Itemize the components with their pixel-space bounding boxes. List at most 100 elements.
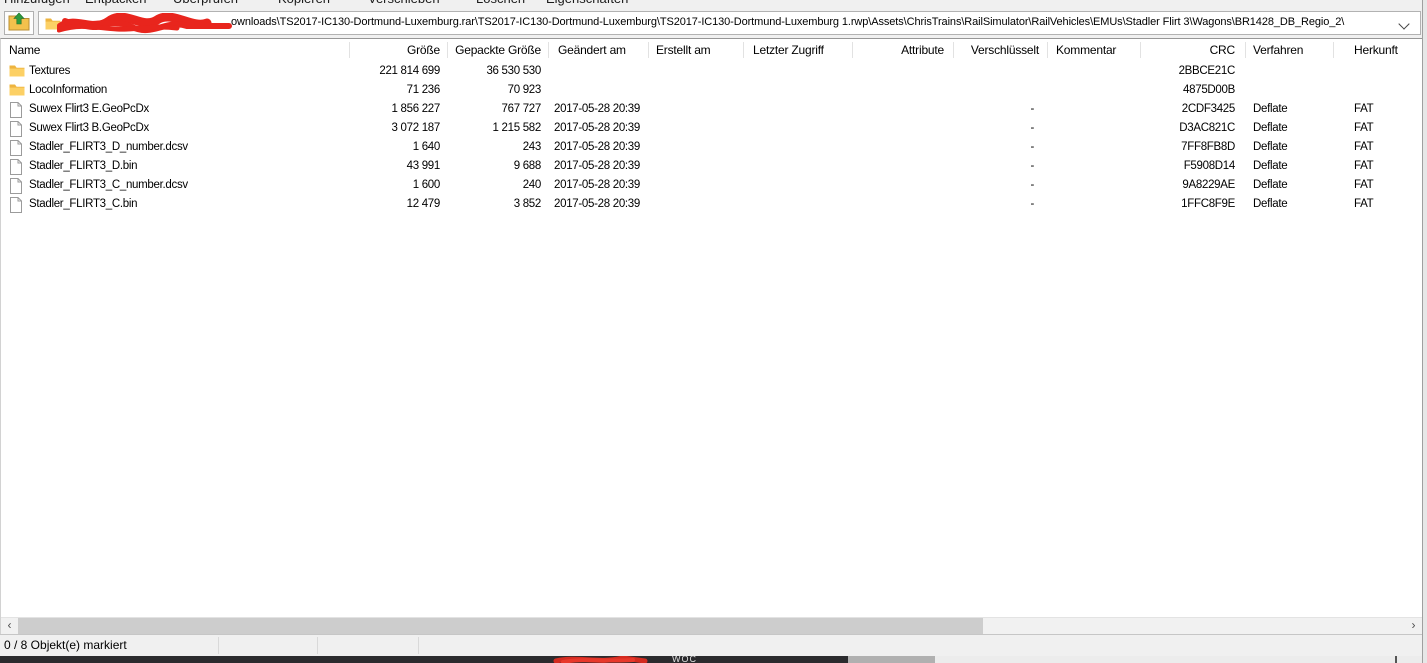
cell-modified: 2017-05-28 20:39 <box>554 198 640 210</box>
cell-crc: 9A8229AE <box>1182 179 1235 191</box>
column-header-crc[interactable]: CRC <box>1141 39 1246 61</box>
cell-attributes <box>853 157 954 176</box>
background-text-fragment: WOC <box>672 656 697 663</box>
cell-created <box>649 81 744 100</box>
background-dark-strip <box>0 656 848 663</box>
column-header-method[interactable]: Verfahren <box>1246 39 1334 61</box>
cell-comment <box>1048 176 1141 195</box>
cell-modified: 2017-05-28 20:39 <box>554 103 640 115</box>
background-mid-strip <box>848 656 935 663</box>
cell-encrypted: - <box>1030 103 1034 115</box>
table-row[interactable]: Textures 221 814 699 36 530 530 2BBCE21C <box>1 62 1422 81</box>
column-header-modified[interactable]: Geändert am <box>549 39 649 61</box>
table-row[interactable]: Suwex Flirt3 B.GeoPcDx 3 072 187 1 215 582… <box>1 119 1422 138</box>
cell-comment <box>1048 195 1141 214</box>
table-row[interactable]: Stadler_FLIRT3_D.bin 43 991 9 688 2017-05-2… <box>1 157 1422 176</box>
cell-created <box>649 157 744 176</box>
cell-packed: 3 852 <box>513 198 542 210</box>
toolbar-button-add[interactable]: Hinzufügen <box>4 0 70 7</box>
cell-origin <box>1334 81 1422 100</box>
table-row[interactable]: Stadler_FLIRT3_C.bin 12 479 3 852 2017-05-2… <box>1 195 1422 214</box>
cell-attributes <box>853 81 954 100</box>
column-header-row: Name Größe Gepackte Größe Geändert am Er… <box>1 39 1422 61</box>
horizontal-scrollbar[interactable]: ‹ › <box>1 617 1422 634</box>
cell-accessed <box>744 62 853 81</box>
up-one-level-button[interactable] <box>4 11 34 35</box>
column-header-size[interactable]: Größe <box>350 39 448 61</box>
cell-encrypted <box>954 81 1048 100</box>
cell-accessed <box>744 119 853 138</box>
file-name: Textures <box>29 65 71 77</box>
cell-origin: FAT <box>1354 141 1374 153</box>
cell-created <box>649 62 744 81</box>
file-name: Suwex Flirt3 B.GeoPcDx <box>29 122 149 134</box>
horizontal-scrollbar-thumb[interactable] <box>18 618 983 634</box>
column-header-packed[interactable]: Gepackte Größe <box>448 39 549 61</box>
folder-up-icon <box>8 12 30 34</box>
scroll-left-icon: ‹ <box>7 618 12 632</box>
cell-method: Deflate <box>1253 160 1288 172</box>
column-header-origin[interactable]: Herkunft <box>1334 39 1422 61</box>
cell-packed: 243 <box>522 141 542 153</box>
toolbar-button-copy[interactable]: Kopieren <box>278 0 330 7</box>
table-row[interactable]: Stadler_FLIRT3_D_number.dcsv 1 640 243 2017… <box>1 138 1422 157</box>
column-header-created[interactable]: Erstellt am <box>649 39 744 61</box>
cell-accessed <box>744 100 853 119</box>
cell-size: 1 856 227 <box>391 103 441 115</box>
file-icon <box>9 140 25 156</box>
cell-attributes <box>853 195 954 214</box>
cell-origin: FAT <box>1354 122 1374 134</box>
winrar-window: Hinzufügen Entpacken Überprüfen Kopieren… <box>0 0 1423 663</box>
cell-packed: 767 727 <box>501 103 542 115</box>
cell-size: 43 991 <box>406 160 441 172</box>
cell-crc: 4875D00B <box>1183 84 1235 96</box>
scroll-right-button[interactable]: › <box>1405 618 1422 634</box>
toolbar-button-move[interactable]: Verschieben <box>368 0 440 7</box>
cell-name: Stadler_FLIRT3_D.bin <box>1 157 350 176</box>
cell-origin: FAT <box>1354 179 1374 191</box>
cell-method <box>1246 81 1334 100</box>
scroll-left-button[interactable]: ‹ <box>1 618 18 634</box>
toolbar-button-delete[interactable]: Löschen <box>476 0 525 7</box>
column-header-comment[interactable]: Kommentar <box>1048 39 1141 61</box>
cell-comment <box>1048 138 1141 157</box>
status-separator <box>317 637 318 654</box>
cell-accessed <box>744 176 853 195</box>
toolbar-button-properties[interactable]: Eigenschaften <box>546 0 628 7</box>
cell-encrypted <box>954 62 1048 81</box>
cell-method: Deflate <box>1253 198 1288 210</box>
cell-accessed <box>744 195 853 214</box>
file-list: Textures 221 814 699 36 530 530 2BBCE21C Loc… <box>1 62 1422 617</box>
status-separator <box>218 637 219 654</box>
cell-created <box>649 195 744 214</box>
cell-encrypted: - <box>1030 122 1034 134</box>
table-row[interactable]: Suwex Flirt3 E.GeoPcDx 1 856 227 767 727 20… <box>1 100 1422 119</box>
cell-name: Suwex Flirt3 B.GeoPcDx <box>1 119 350 138</box>
file-name: Stadler_FLIRT3_C.bin <box>29 198 138 210</box>
dropdown-chevron-icon[interactable] <box>1398 18 1410 30</box>
toolbar-button-test[interactable]: Überprüfen <box>173 0 238 7</box>
cell-created <box>649 119 744 138</box>
file-name: Suwex Flirt3 E.GeoPcDx <box>29 103 149 115</box>
cell-name: Stadler_FLIRT3_D_number.dcsv <box>1 138 350 157</box>
cell-modified: 2017-05-28 20:39 <box>554 122 640 134</box>
table-row[interactable]: LocoInformation 71 236 70 923 4875D00B <box>1 81 1422 100</box>
cell-size: 1 600 <box>412 179 441 191</box>
cell-encrypted: - <box>1030 160 1034 172</box>
toolbar-button-extract[interactable]: Entpacken <box>85 0 146 7</box>
file-icon <box>9 121 25 137</box>
column-header-name[interactable]: Name <box>1 39 350 61</box>
folder-icon <box>9 83 25 98</box>
cell-packed: 1 215 582 <box>492 122 542 134</box>
file-name: Stadler_FLIRT3_C_number.dcsv <box>29 179 188 191</box>
cell-size: 221 814 699 <box>379 65 440 77</box>
table-row[interactable]: Stadler_FLIRT3_C_number.dcsv 1 600 240 2017… <box>1 176 1422 195</box>
column-header-accessed[interactable]: Letzter Zugriff <box>744 39 853 61</box>
file-icon <box>9 197 25 213</box>
cell-attributes <box>853 119 954 138</box>
column-header-encrypted[interactable]: Verschlüsselt <box>954 39 1048 61</box>
address-bar[interactable]: ownloads\TS2017-IC130-Dortmund-Luxemburg… <box>38 11 1421 35</box>
cell-name: LocoInformation <box>1 81 350 100</box>
cell-comment <box>1048 81 1141 100</box>
column-header-attributes[interactable]: Attribute <box>853 39 954 61</box>
